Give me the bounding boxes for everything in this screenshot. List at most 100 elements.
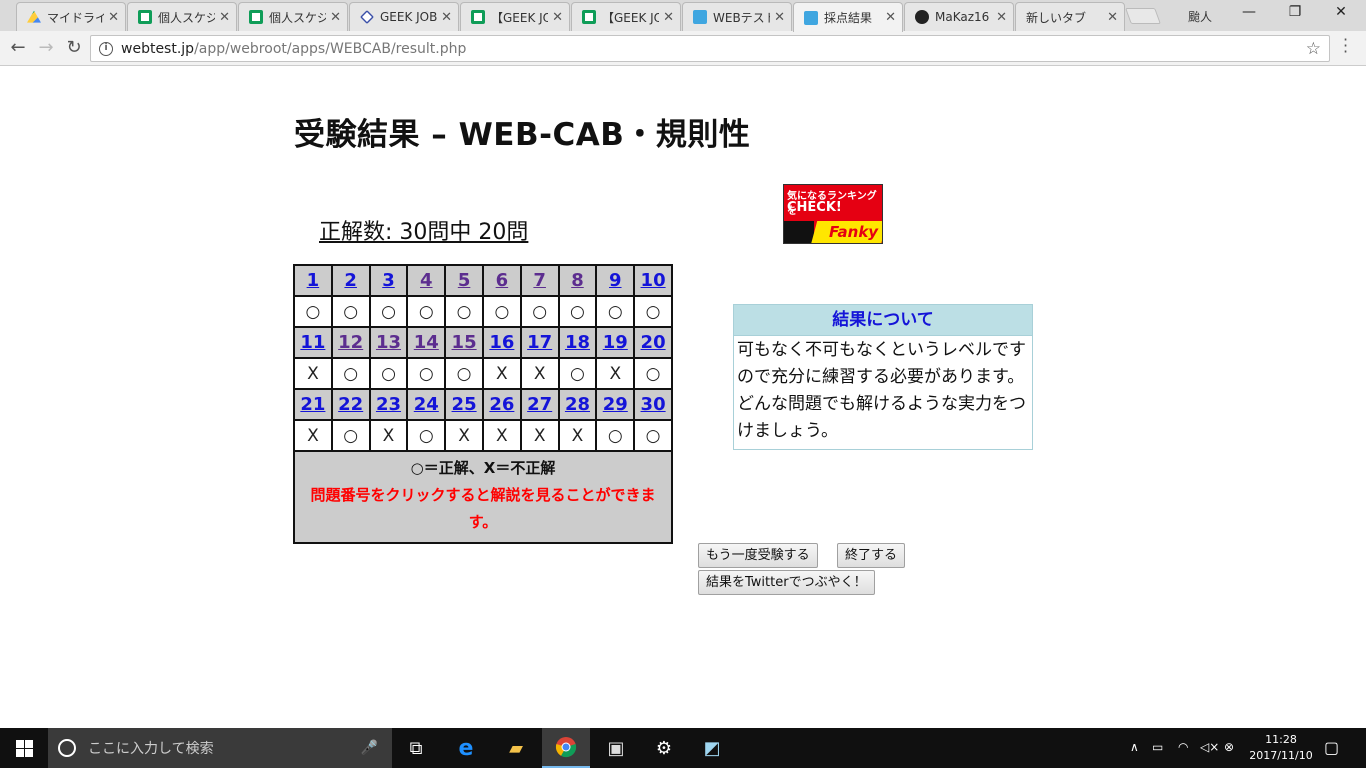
correct-mark: ○	[557, 357, 598, 390]
browser-tab[interactable]: 採点結果 ✕	[793, 2, 903, 32]
page-content: 受験結果 – WEB-CAB・規則性 正解数: 30問中 20問 1234567…	[0, 67, 1366, 728]
question-link[interactable]: 3	[382, 270, 395, 291]
ranking-banner[interactable]: 気になるランキングを CHECK! Fanky	[783, 184, 883, 244]
taskbar-clock[interactable]: 11:28 2017/11/10	[1246, 732, 1316, 764]
tab-close-icon[interactable]: ✕	[774, 10, 785, 25]
back-icon[interactable]: ←	[6, 37, 30, 58]
question-link[interactable]: 2	[344, 270, 357, 291]
question-link[interactable]: 12	[338, 332, 363, 353]
battery-icon[interactable]: ▭	[1152, 740, 1163, 754]
clock-time: 11:28	[1265, 733, 1297, 746]
tweet-button[interactable]: 結果をTwitterでつぶやく！	[698, 570, 875, 595]
tab-close-icon[interactable]: ✕	[996, 10, 1007, 25]
browser-tab[interactable]: 【GEEK JO ✕	[460, 2, 570, 31]
taskbar-search[interactable]: ここに入力して検索 🎤	[48, 728, 392, 768]
question-link[interactable]: 16	[489, 332, 514, 353]
question-link[interactable]: 20	[641, 332, 666, 353]
wifi-icon[interactable]: ◠	[1178, 740, 1188, 754]
question-link[interactable]: 30	[641, 394, 666, 415]
action-center-icon[interactable]: ▢	[1324, 738, 1339, 757]
question-link[interactable]: 10	[641, 270, 666, 291]
browser-menu-icon[interactable]: · · ·	[1343, 32, 1348, 60]
question-link[interactable]: 18	[565, 332, 590, 353]
tab-close-icon[interactable]: ✕	[663, 10, 674, 25]
question-link[interactable]: 7	[533, 270, 546, 291]
question-link[interactable]: 28	[565, 394, 590, 415]
address-bar[interactable]: i webtest.jp/app/webroot/apps/WEBCAB/res…	[90, 35, 1330, 62]
legend-cell: ○＝正解、X＝不正解 問題番号をクリックすると解説を見ることができます。	[293, 450, 673, 544]
task-view-icon[interactable]: ⧉	[392, 728, 440, 768]
question-link[interactable]: 15	[452, 332, 477, 353]
legend-text: ○＝正解、X＝不正解	[410, 459, 556, 477]
tab-close-icon[interactable]: ✕	[1107, 10, 1118, 25]
volume-mute-icon[interactable]: ◁×	[1200, 740, 1219, 754]
correct-mark: ○	[330, 357, 371, 390]
app-icon-2[interactable]: ◩	[688, 728, 736, 768]
file-explorer-icon[interactable]: ▰	[492, 728, 540, 768]
question-number-cell: 22	[330, 388, 371, 421]
browser-tab[interactable]: MaKaz16 ✕	[904, 2, 1014, 31]
forward-icon[interactable]: →	[34, 37, 58, 58]
question-link[interactable]: 13	[376, 332, 401, 353]
tab-close-icon[interactable]: ✕	[552, 10, 563, 25]
restore-icon[interactable]: ❐	[1272, 4, 1318, 20]
question-link[interactable]: 1	[307, 270, 320, 291]
minimize-icon[interactable]: —	[1226, 4, 1272, 20]
browser-tab[interactable]: マイドライブ✕	[16, 2, 126, 31]
question-link[interactable]: 23	[376, 394, 401, 415]
result-table: 1 2 3 4 5 6 7 8 9 10 ○ ○ ○ ○ ○ ○ ○ ○ ○ ○ 11 12 13 14 15 16 17 18 19 2…	[293, 264, 673, 544]
question-link[interactable]: 27	[527, 394, 552, 415]
question-link[interactable]: 9	[609, 270, 622, 291]
question-link[interactable]: 17	[527, 332, 552, 353]
close-window-icon[interactable]: ✕	[1318, 4, 1364, 20]
drive-icon	[27, 10, 41, 23]
correct-mark: ○	[633, 419, 673, 452]
question-number-cell: 26	[481, 388, 522, 421]
tab-close-icon[interactable]: ✕	[219, 10, 230, 25]
tray-chevron-icon[interactable]: ∧	[1130, 740, 1139, 754]
settings-gear-icon[interactable]: ⚙	[640, 728, 688, 768]
question-link[interactable]: 6	[496, 270, 509, 291]
reload-icon[interactable]: ↻	[62, 37, 86, 58]
tab-close-icon[interactable]: ✕	[330, 10, 341, 25]
question-link[interactable]: 4	[420, 270, 433, 291]
finish-button[interactable]: 終了する	[837, 543, 906, 568]
question-link[interactable]: 8	[571, 270, 584, 291]
bookmark-star-icon[interactable]: ☆	[1306, 39, 1321, 59]
retry-button[interactable]: もう一度受験する	[698, 543, 818, 568]
chrome-icon[interactable]	[542, 728, 590, 768]
browser-tab[interactable]: 【GEEK JO ✕	[571, 2, 681, 31]
incorrect-mark: X	[557, 419, 598, 452]
incorrect-mark: X	[481, 357, 522, 390]
tab-close-icon[interactable]: ✕	[108, 10, 119, 25]
browser-tab[interactable]: 個人スケジ ✕	[238, 2, 348, 31]
notification-off-icon[interactable]: ⊗	[1224, 740, 1234, 754]
site-info-icon[interactable]: i	[99, 41, 113, 56]
browser-tab[interactable]: GEEK JOB ✕	[349, 2, 459, 31]
start-button[interactable]	[0, 728, 48, 768]
browser-tab[interactable]: 個人スケジ ✕	[127, 2, 237, 31]
cortana-icon	[58, 739, 76, 757]
correct-mark: ○	[519, 295, 560, 328]
new-tab-button[interactable]	[1125, 8, 1161, 24]
question-link[interactable]: 11	[300, 332, 325, 353]
question-link[interactable]: 26	[489, 394, 514, 415]
microphone-icon[interactable]: 🎤	[361, 740, 378, 756]
correct-mark: ○	[330, 419, 371, 452]
tab-close-icon[interactable]: ✕	[441, 10, 452, 25]
question-link[interactable]: 5	[458, 270, 471, 291]
question-link[interactable]: 24	[414, 394, 439, 415]
edge-icon[interactable]: e	[442, 728, 490, 768]
browser-tab[interactable]: 新しいタブ ✕	[1015, 2, 1125, 31]
question-link[interactable]: 21	[300, 394, 325, 415]
question-link[interactable]: 14	[414, 332, 439, 353]
tab-close-icon[interactable]: ✕	[885, 10, 896, 25]
question-link[interactable]: 19	[603, 332, 628, 353]
question-link[interactable]: 22	[338, 394, 363, 415]
browser-tab[interactable]: WEBテスト ✕	[682, 2, 792, 31]
windows-logo-part	[25, 749, 33, 757]
question-link[interactable]: 25	[452, 394, 477, 415]
question-link[interactable]: 29	[603, 394, 628, 415]
profile-name[interactable]: 颱人	[1188, 8, 1212, 25]
app-icon-1[interactable]: ▣	[592, 728, 640, 768]
